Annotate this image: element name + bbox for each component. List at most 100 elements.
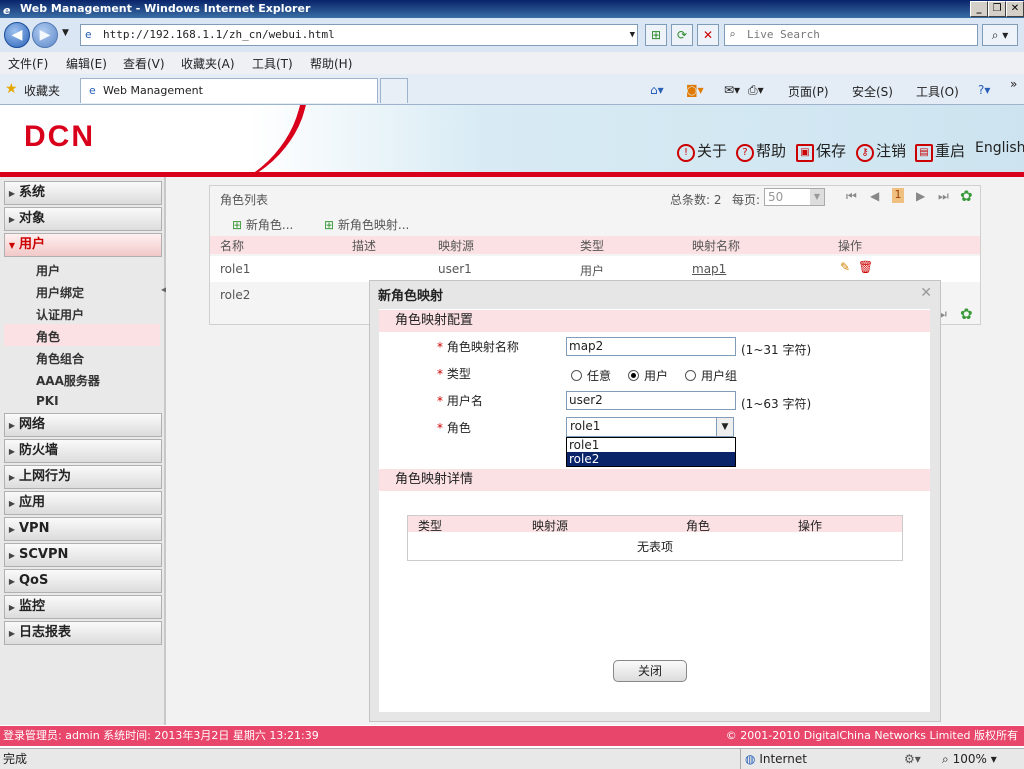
next-page-icon[interactable]: ▶ [916, 189, 925, 203]
sidebar-item-monitor[interactable]: ▶ 监控 [4, 595, 162, 619]
mail-icon[interactable]: ✉▾ [724, 83, 740, 97]
sidebar-item-label: 用户 [19, 237, 46, 252]
favorites-button[interactable]: 收藏夹 [24, 82, 60, 99]
search-input[interactable]: ⌕ Live Search [724, 24, 978, 46]
first-page-icon[interactable]: ⏮ [846, 189, 857, 204]
menu-edit[interactable]: 编辑(E) [66, 55, 107, 72]
sidebar-sub-pki[interactable]: PKI [36, 394, 59, 408]
radio-label: 任意 [587, 369, 612, 383]
home-icon[interactable]: ⌂▾ [650, 83, 664, 97]
menu-help[interactable]: 帮助(H) [310, 55, 352, 72]
role-option[interactable]: role1 [567, 438, 735, 452]
sidebar-item-qos[interactable]: ▶ QoS [4, 569, 162, 593]
logout-label: 注销 [876, 142, 907, 160]
english-link[interactable]: English [975, 140, 1024, 156]
new-role-mapping-dialog: 新角色映射 ✕ 角色映射配置 * 角色映射名称 map2 (1~31 字符) *… [369, 280, 941, 722]
help-link[interactable]: ? 帮助 [736, 140, 786, 162]
sidebar-item-system[interactable]: ▶ 系统 [4, 181, 162, 205]
sidebar-item-internet-behavior[interactable]: ▶ 上网行为 [4, 465, 162, 489]
col-mapping: 映射名称 [692, 239, 741, 253]
current-page[interactable]: 1 [892, 188, 904, 203]
print-icon[interactable]: ⎙▾ [748, 83, 764, 98]
edit-icon[interactable]: ✎ [840, 260, 850, 274]
type-radio-user[interactable]: 用户 [628, 367, 668, 384]
tab-web-management[interactable]: e Web Management [80, 78, 378, 103]
help-label: 帮助 [756, 142, 787, 160]
type-radio-group[interactable]: 用户组 [685, 367, 737, 384]
sidebar-sub-user-binding[interactable]: 用户绑定 [36, 284, 84, 301]
zoom-control[interactable]: ⌕ 100% ▾ [942, 749, 997, 769]
role-select[interactable]: role1 ▼ [566, 417, 734, 437]
total-count: 总条数: 2 [670, 193, 722, 207]
maximize-button[interactable]: ❐ [988, 1, 1006, 17]
save-link[interactable]: ▣ 保存 [796, 140, 846, 162]
menu-tools[interactable]: 工具(T) [252, 55, 293, 72]
menu-file[interactable]: 文件(F) [8, 55, 48, 72]
mapping-name-input[interactable]: map2 [566, 337, 736, 356]
menu-favorites[interactable]: 收藏夹(A) [181, 55, 235, 72]
type-label: * 类型 [437, 367, 471, 381]
type-radio-any[interactable]: 任意 [571, 367, 611, 384]
close-window-button[interactable]: ✕ [1006, 1, 1024, 17]
sidebar-sub-user[interactable]: 用户 [36, 262, 60, 279]
close-button[interactable]: 关闭 [613, 660, 687, 682]
history-dropdown-icon[interactable]: ▼ [62, 28, 69, 38]
table-row[interactable]: role1 user1 用户 map1 ✎ 🗑 [210, 256, 980, 282]
sidebar-item-application[interactable]: ▶ 应用 [4, 491, 162, 515]
question-icon: ? [736, 144, 754, 162]
protected-mode-icon[interactable]: ⚙▾ [904, 749, 921, 769]
sidebar-item-label: 应用 [19, 495, 46, 510]
new-tab-button[interactable] [380, 78, 408, 103]
prev-page-icon[interactable]: ◀ [870, 189, 879, 203]
refresh-list-icon[interactable]: ✿ [960, 187, 973, 205]
feeds-icon[interactable]: ◙▾ [686, 83, 704, 97]
per-page-select[interactable]: 50 ▼ [764, 188, 825, 206]
menu-tools-cmd[interactable]: 工具(O) [916, 83, 959, 100]
address-dropdown-icon[interactable]: ▼ [630, 25, 635, 45]
status-bar: 完成 ◍ Internet ⚙▾ ⌕ 100% ▾ [0, 748, 1024, 769]
menu-page[interactable]: 页面(P) [788, 83, 829, 100]
radio-label: 用户组 [701, 369, 738, 383]
compat-view-icon[interactable]: ⊞ [645, 24, 667, 46]
logout-link[interactable]: ⚷ 注销 [856, 140, 906, 162]
sidebar-sub-aaa-server[interactable]: AAA服务器 [36, 372, 100, 389]
sidebar-item-scvpn[interactable]: ▶ SCVPN [4, 543, 162, 567]
sidebar-item-vpn[interactable]: ▶ VPN [4, 517, 162, 541]
about-link[interactable]: ! 关于 [677, 140, 727, 162]
minimize-button[interactable]: _ [970, 1, 988, 17]
dialog-close-icon[interactable]: ✕ [920, 285, 932, 301]
chevron-more-icon[interactable]: » [1010, 77, 1017, 91]
new-role-button[interactable]: ⊞ 新角色... [232, 216, 293, 233]
radio-icon [685, 370, 696, 381]
last-page-icon[interactable]: ⏭ [938, 189, 949, 204]
sidebar-sub-auth-user[interactable]: 认证用户 [36, 306, 84, 323]
search-placeholder: Live Search [747, 28, 820, 41]
back-button[interactable]: ◀ [4, 22, 30, 48]
delete-icon[interactable]: 🗑 [858, 260, 873, 274]
menu-view[interactable]: 查看(V) [123, 55, 165, 72]
sidebar-sub-role[interactable]: 角色 [36, 328, 60, 345]
sidebar-item-user[interactable]: ▼ 用户 [4, 233, 162, 257]
help-icon[interactable]: ?▾ [978, 83, 990, 97]
refresh-list-icon-bottom[interactable]: ✿ [960, 305, 973, 323]
sidebar-item-log-report[interactable]: ▶ 日志报表 [4, 621, 162, 645]
refresh-icon[interactable]: ⟳ [671, 24, 693, 46]
chevron-down-icon[interactable]: ▼ [716, 418, 733, 436]
role-option-highlighted[interactable]: role2 [567, 452, 735, 466]
mapping-name-label: * 角色映射名称 [437, 340, 519, 354]
favorites-star-icon[interactable]: ★ [5, 81, 18, 97]
new-mapping-button[interactable]: ⊞ 新角色映射... [324, 216, 409, 233]
username-input[interactable]: user2 [566, 391, 736, 410]
stop-icon[interactable]: ✕ [697, 24, 719, 46]
forward-button[interactable]: ▶ [32, 22, 58, 48]
sidebar-item-network[interactable]: ▶ 网络 [4, 413, 162, 437]
window-titlebar: e Web Management - Windows Internet Expl… [0, 0, 1024, 18]
search-go-button[interactable]: ⌕ ▾ [982, 24, 1018, 46]
sidebar-sub-role-combo[interactable]: 角色组合 [36, 350, 84, 367]
address-field[interactable]: e http://192.168.1.1/zh_cn/webui.html ▼ [80, 24, 638, 46]
sidebar-item-object[interactable]: ▶ 对象 [4, 207, 162, 231]
reboot-link[interactable]: ▤ 重启 [915, 140, 965, 162]
mapping-link[interactable]: map1 [692, 262, 726, 276]
menu-safety[interactable]: 安全(S) [852, 83, 893, 100]
sidebar-item-firewall[interactable]: ▶ 防火墙 [4, 439, 162, 463]
